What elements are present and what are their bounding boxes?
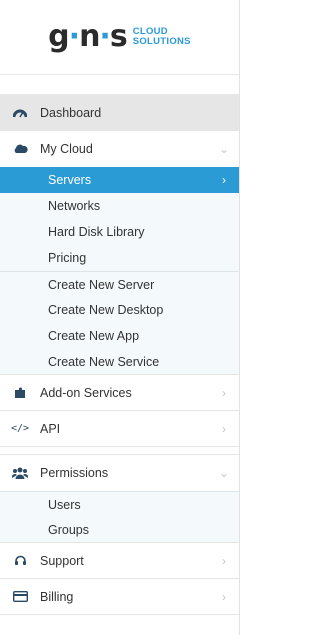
subnav-create-server[interactable]: Create New Server (0, 271, 239, 297)
nav-permissions-label: Permissions (40, 466, 109, 480)
subnav-servers-label: Servers (48, 173, 92, 187)
chevron-down-icon: ⌄ (218, 142, 230, 156)
section-gap (0, 447, 239, 455)
chevron-down-icon: ⌄ (218, 466, 230, 480)
subnav-pricing[interactable]: Pricing (0, 245, 239, 271)
logo-text: CLOUD SOLUTIONS (132, 26, 191, 47)
chevron-right-icon: › (222, 385, 226, 400)
users-group-icon (0, 467, 40, 479)
nav-dashboard-label: Dashboard (40, 105, 102, 120)
subnav-users-label: Users (48, 497, 81, 512)
subnav-create-app[interactable]: Create New App (0, 323, 239, 349)
brand-logo[interactable]: g·n·s CLOUD SOLUTIONS (0, 0, 239, 75)
chevron-right-icon: › (222, 553, 226, 568)
subnav-hdl-label: Hard Disk Library (48, 225, 145, 239)
credit-card-icon (0, 591, 40, 602)
subnav-create-desktop[interactable]: Create New Desktop (0, 297, 239, 323)
subnav-networks[interactable]: Networks (0, 193, 239, 219)
spacer (0, 75, 239, 95)
chevron-right-icon: › (222, 589, 226, 604)
subnav-hard-disk-library[interactable]: Hard Disk Library (0, 219, 239, 245)
subnav-groups[interactable]: Groups (0, 517, 239, 543)
nav-support-label: Support (40, 553, 84, 568)
logo-mark: g·n·s (48, 19, 128, 54)
chevron-right-icon: › (222, 421, 226, 436)
sidebar: g·n·s CLOUD SOLUTIONS Dashboard My Cloud… (0, 0, 240, 635)
speedometer-icon (0, 107, 40, 119)
code-icon: </> (10, 423, 30, 434)
subnav-servers[interactable]: Servers › (0, 167, 239, 193)
nav-dashboard[interactable]: Dashboard (0, 95, 239, 131)
nav-api-label: API (40, 421, 61, 436)
nav-support[interactable]: Support › (0, 543, 239, 579)
subnav-pricing-label: Pricing (48, 251, 87, 265)
subnav-create-app-label: Create New App (48, 329, 140, 343)
subnav-create-server-label: Create New Server (48, 277, 155, 292)
nav-api[interactable]: </> API › (0, 411, 239, 447)
puzzle-icon (0, 386, 40, 399)
nav-billing[interactable]: Billing › (0, 579, 239, 615)
nav-permissions[interactable]: Permissions ⌄ (0, 455, 239, 491)
nav-billing-label: Billing (40, 589, 74, 604)
subnav-create-desktop-label: Create New Desktop (48, 303, 164, 317)
cloud-icon (0, 144, 40, 154)
subnav-groups-label: Groups (48, 522, 89, 537)
subnav-networks-label: Networks (48, 199, 101, 213)
nav-my-cloud[interactable]: My Cloud ⌄ (0, 131, 239, 167)
subnav-create-service[interactable]: Create New Service (0, 349, 239, 375)
subnav-users[interactable]: Users (0, 491, 239, 517)
headset-icon (0, 554, 40, 567)
subnav-create-service-label: Create New Service (48, 354, 160, 369)
chevron-right-icon: › (222, 173, 226, 187)
nav-addon-services-label: Add-on Services (40, 385, 132, 400)
nav-my-cloud-label: My Cloud (40, 142, 93, 156)
nav-addon-services[interactable]: Add-on Services › (0, 375, 239, 411)
